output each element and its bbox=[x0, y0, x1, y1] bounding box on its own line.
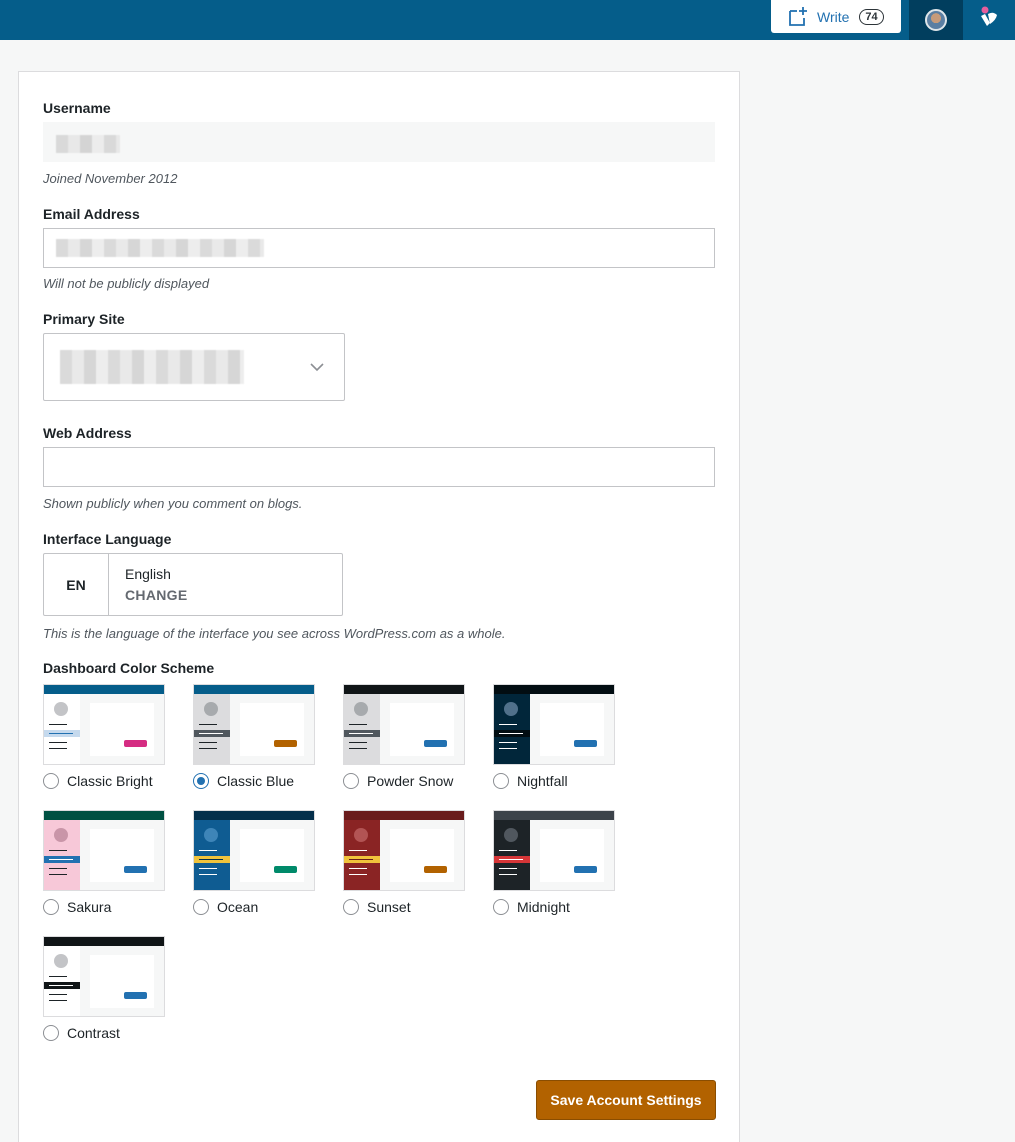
language-label: Interface Language bbox=[43, 531, 172, 547]
color-scheme-option[interactable]: Ocean bbox=[193, 810, 315, 915]
email-help: Will not be publicly displayed bbox=[43, 276, 210, 291]
color-scheme-radio[interactable] bbox=[43, 1025, 59, 1041]
color-scheme-preview[interactable] bbox=[343, 810, 465, 891]
color-scheme-radio-row[interactable]: Sakura bbox=[43, 899, 111, 915]
color-scheme-preview[interactable] bbox=[343, 684, 465, 765]
notifications-bell-icon[interactable] bbox=[975, 4, 1005, 34]
color-scheme-radio-row[interactable]: Powder Snow bbox=[343, 773, 453, 789]
write-button[interactable]: Write 74 bbox=[771, 0, 901, 33]
web-address-label: Web Address bbox=[43, 425, 132, 441]
email-field[interactable] bbox=[43, 228, 715, 268]
language-picker[interactable]: EN English CHANGE bbox=[43, 553, 343, 616]
color-scheme-radio-row[interactable]: Classic Blue bbox=[193, 773, 294, 789]
color-scheme-option[interactable]: Classic Bright bbox=[43, 684, 165, 789]
primary-site-label: Primary Site bbox=[43, 311, 125, 327]
color-scheme-name: Nightfall bbox=[517, 773, 568, 789]
email-redacted bbox=[56, 239, 264, 257]
color-scheme-name: Ocean bbox=[217, 899, 259, 915]
color-scheme-option[interactable]: Sunset bbox=[343, 810, 465, 915]
color-scheme-radio-row[interactable]: Ocean bbox=[193, 899, 258, 915]
color-scheme-name: Contrast bbox=[67, 1025, 120, 1041]
masterbar: Write 74 bbox=[0, 0, 1015, 40]
color-scheme-preview[interactable] bbox=[493, 684, 615, 765]
color-scheme-radio[interactable] bbox=[493, 899, 509, 915]
account-settings-card: Username Joined November 2012 Email Addr… bbox=[18, 71, 740, 1142]
primary-site-redacted bbox=[60, 350, 244, 384]
web-address-input[interactable] bbox=[43, 447, 715, 487]
color-scheme-preview[interactable] bbox=[43, 684, 165, 765]
color-scheme-preview[interactable] bbox=[43, 810, 165, 891]
chevron-down-icon bbox=[310, 360, 324, 374]
username-redacted bbox=[56, 135, 120, 153]
language-change-link[interactable]: CHANGE bbox=[125, 587, 187, 603]
drafts-count-badge: 74 bbox=[859, 8, 884, 25]
color-scheme-name: Classic Bright bbox=[67, 773, 153, 789]
color-scheme-name: Midnight bbox=[517, 899, 570, 915]
language-help: This is the language of the interface yo… bbox=[43, 626, 506, 641]
color-scheme-radio[interactable] bbox=[43, 899, 59, 915]
color-scheme-radio[interactable] bbox=[193, 773, 209, 789]
color-scheme-option[interactable]: Contrast bbox=[43, 936, 165, 1041]
new-post-icon bbox=[788, 6, 808, 27]
color-scheme-radio-row[interactable]: Contrast bbox=[43, 1025, 120, 1041]
color-scheme-radio[interactable] bbox=[193, 899, 209, 915]
color-scheme-name: Sunset bbox=[367, 899, 411, 915]
color-scheme-label: Dashboard Color Scheme bbox=[43, 660, 215, 676]
color-scheme-name: Sakura bbox=[67, 899, 112, 915]
color-scheme-option[interactable]: Powder Snow bbox=[343, 684, 465, 789]
email-label: Email Address bbox=[43, 206, 140, 222]
color-scheme-preview[interactable] bbox=[43, 936, 165, 1017]
me-menu[interactable] bbox=[909, 0, 963, 40]
color-scheme-radio-row[interactable]: Sunset bbox=[343, 899, 411, 915]
username-field bbox=[43, 122, 715, 162]
color-scheme-radio-row[interactable]: Classic Bright bbox=[43, 773, 153, 789]
color-scheme-radio-row[interactable]: Midnight bbox=[493, 899, 570, 915]
color-scheme-radio[interactable] bbox=[343, 899, 359, 915]
color-scheme-radio[interactable] bbox=[343, 773, 359, 789]
avatar bbox=[925, 9, 947, 31]
color-scheme-name: Classic Blue bbox=[217, 773, 295, 789]
write-label: Write bbox=[817, 8, 850, 25]
color-scheme-option[interactable]: Classic Blue bbox=[193, 684, 315, 789]
language-code: EN bbox=[44, 554, 109, 615]
color-scheme-preview[interactable] bbox=[193, 684, 315, 765]
color-scheme-radio[interactable] bbox=[43, 773, 59, 789]
color-scheme-radio-row[interactable]: Nightfall bbox=[493, 773, 568, 789]
color-scheme-option[interactable]: Nightfall bbox=[493, 684, 615, 789]
primary-site-select[interactable] bbox=[43, 333, 345, 401]
color-scheme-option[interactable]: Midnight bbox=[493, 810, 615, 915]
color-scheme-name: Powder Snow bbox=[367, 773, 454, 789]
color-scheme-preview[interactable] bbox=[193, 810, 315, 891]
color-scheme-option[interactable]: Sakura bbox=[43, 810, 165, 915]
color-scheme-preview[interactable] bbox=[493, 810, 615, 891]
username-label: Username bbox=[43, 100, 111, 116]
language-name: English bbox=[125, 566, 171, 582]
save-account-settings-button[interactable]: Save Account Settings bbox=[536, 1080, 716, 1120]
web-address-help: Shown publicly when you comment on blogs… bbox=[43, 496, 303, 511]
color-scheme-radio[interactable] bbox=[493, 773, 509, 789]
username-help: Joined November 2012 bbox=[43, 171, 178, 186]
